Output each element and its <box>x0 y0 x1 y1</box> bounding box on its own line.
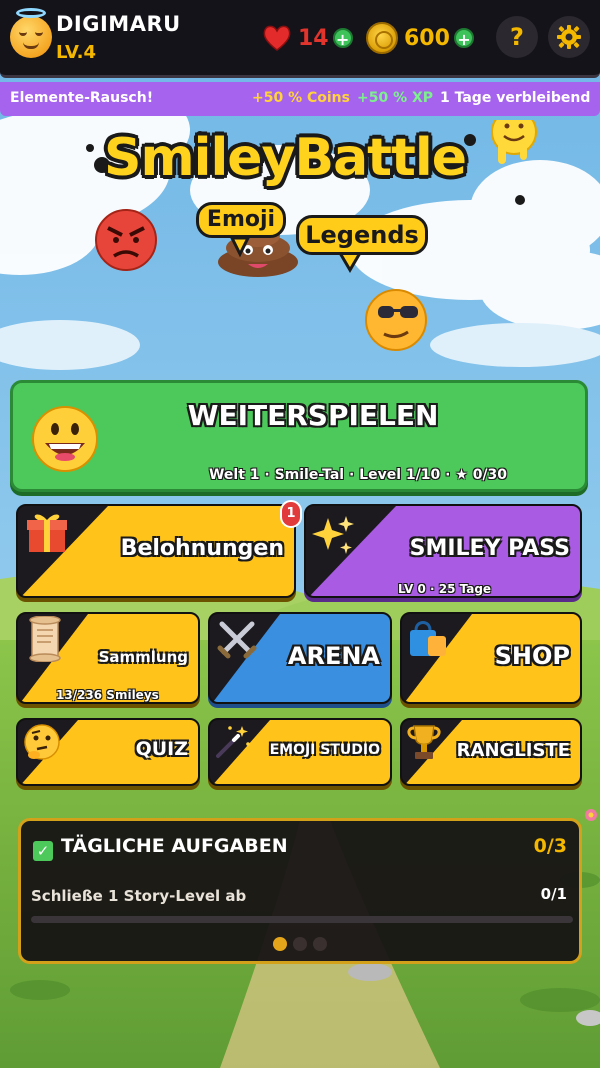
coins-counter: 600 + <box>366 22 474 54</box>
smiley-pass-tile[interactable]: SMILEY PASS LV 0 · 25 Tage <box>304 504 582 598</box>
rewards-notification-badge: 1 <box>280 500 302 528</box>
angry-face-icon <box>95 209 157 271</box>
smiley-pass-label: SMILEY PASS <box>409 536 570 561</box>
heart-icon <box>263 25 291 51</box>
swords-icon <box>217 621 257 659</box>
emoji-studio-label: EMOJI STUDIO <box>269 742 380 758</box>
daily-tasks-panel[interactable]: ✓ TÄGLICHE AUFGABEN 0/3 Schließe 1 Story… <box>18 818 582 964</box>
rewards-tile[interactable]: Belohnungen <box>16 504 296 598</box>
page-dot[interactable] <box>313 937 327 951</box>
hearts-counter: 14 + <box>262 22 353 54</box>
shop-label: SHOP <box>494 642 570 670</box>
scroll-icon <box>29 616 61 662</box>
page-dot[interactable] <box>293 937 307 951</box>
daily-tasks-count: 0/3 <box>533 835 567 857</box>
event-title: Elemente-Rausch! <box>10 90 154 106</box>
gift-icon <box>27 514 67 552</box>
daily-tasks-title: TÄGLICHE AUFGABEN <box>61 835 288 857</box>
hearts-value: 14 <box>298 25 329 51</box>
add-coins-button[interactable]: + <box>453 28 474 49</box>
collection-tile[interactable]: Sammlung 13/236 Smileys <box>16 612 200 704</box>
quiz-label: QUIZ <box>135 738 188 760</box>
event-xp-bonus: +50 % XP <box>357 90 434 106</box>
rewards-label: Belohnungen <box>120 536 284 561</box>
player-name: DIGIMARU <box>56 12 181 36</box>
task-count: 0/1 <box>540 885 567 903</box>
help-icon: ? <box>510 23 524 51</box>
leaderboard-tile[interactable]: RANGLISTE <box>400 718 582 786</box>
settings-button[interactable] <box>548 16 590 58</box>
task-progress-bar <box>31 916 573 923</box>
help-button[interactable]: ? <box>496 16 538 58</box>
task-description: Schließe 1 Story-Level ab <box>31 887 247 905</box>
logo-title: SmileyBattle <box>104 128 467 188</box>
leaderboard-label: RANGLISTE <box>456 740 570 761</box>
quiz-tile[interactable]: QUIZ <box>16 718 200 786</box>
top-bar: DIGIMARU LV.4 14 + 600 + ? <box>0 0 600 78</box>
logo-word-legends: Legends <box>296 215 428 255</box>
check-icon: ✓ <box>33 841 53 861</box>
collection-label: Sammlung <box>98 648 188 666</box>
arena-label: ARENA <box>287 642 380 670</box>
event-coins-bonus: +50 % Coins <box>252 90 350 106</box>
player-level: LV.4 <box>56 42 96 63</box>
page-indicator <box>273 937 327 951</box>
trophy-icon <box>407 725 441 759</box>
halo-icon <box>16 8 46 18</box>
event-banner[interactable]: Elemente-Rausch! +50 % Coins +50 % XP 1 … <box>0 82 600 116</box>
continue-button[interactable]: WEITERSPIELEN Welt 1 · Smile-Tal · Level… <box>10 380 588 492</box>
sparkle-icon <box>312 516 354 554</box>
grinning-face-icon <box>32 406 98 472</box>
sunglasses-face-icon <box>365 289 427 351</box>
coin-icon <box>366 22 398 54</box>
page-dot[interactable] <box>273 937 287 951</box>
continue-title: WEITERSPIELEN <box>187 399 439 432</box>
collection-progress: 13/236 Smileys <box>56 688 159 702</box>
player-avatar[interactable] <box>10 8 52 58</box>
logo-word-emoji: Emoji <box>196 202 286 238</box>
thinking-face-icon <box>24 724 60 760</box>
shop-tile[interactable]: SHOP <box>400 612 582 704</box>
arena-tile[interactable]: ARENA <box>208 612 392 704</box>
emoji-studio-tile[interactable]: EMOJI STUDIO <box>208 718 392 786</box>
continue-progress: Welt 1 · Smile-Tal · Level 1/10 · ★ 0/30 <box>208 467 508 483</box>
magic-wand-icon <box>216 726 250 758</box>
shopping-bag-icon <box>410 621 446 656</box>
event-time-left: 1 Tage verbleibend <box>440 90 591 106</box>
coins-value: 600 <box>404 25 450 51</box>
add-hearts-button[interactable]: + <box>332 28 353 49</box>
gear-icon <box>557 25 581 49</box>
smiley-pass-status: LV 0 · 25 Tage <box>398 582 492 596</box>
